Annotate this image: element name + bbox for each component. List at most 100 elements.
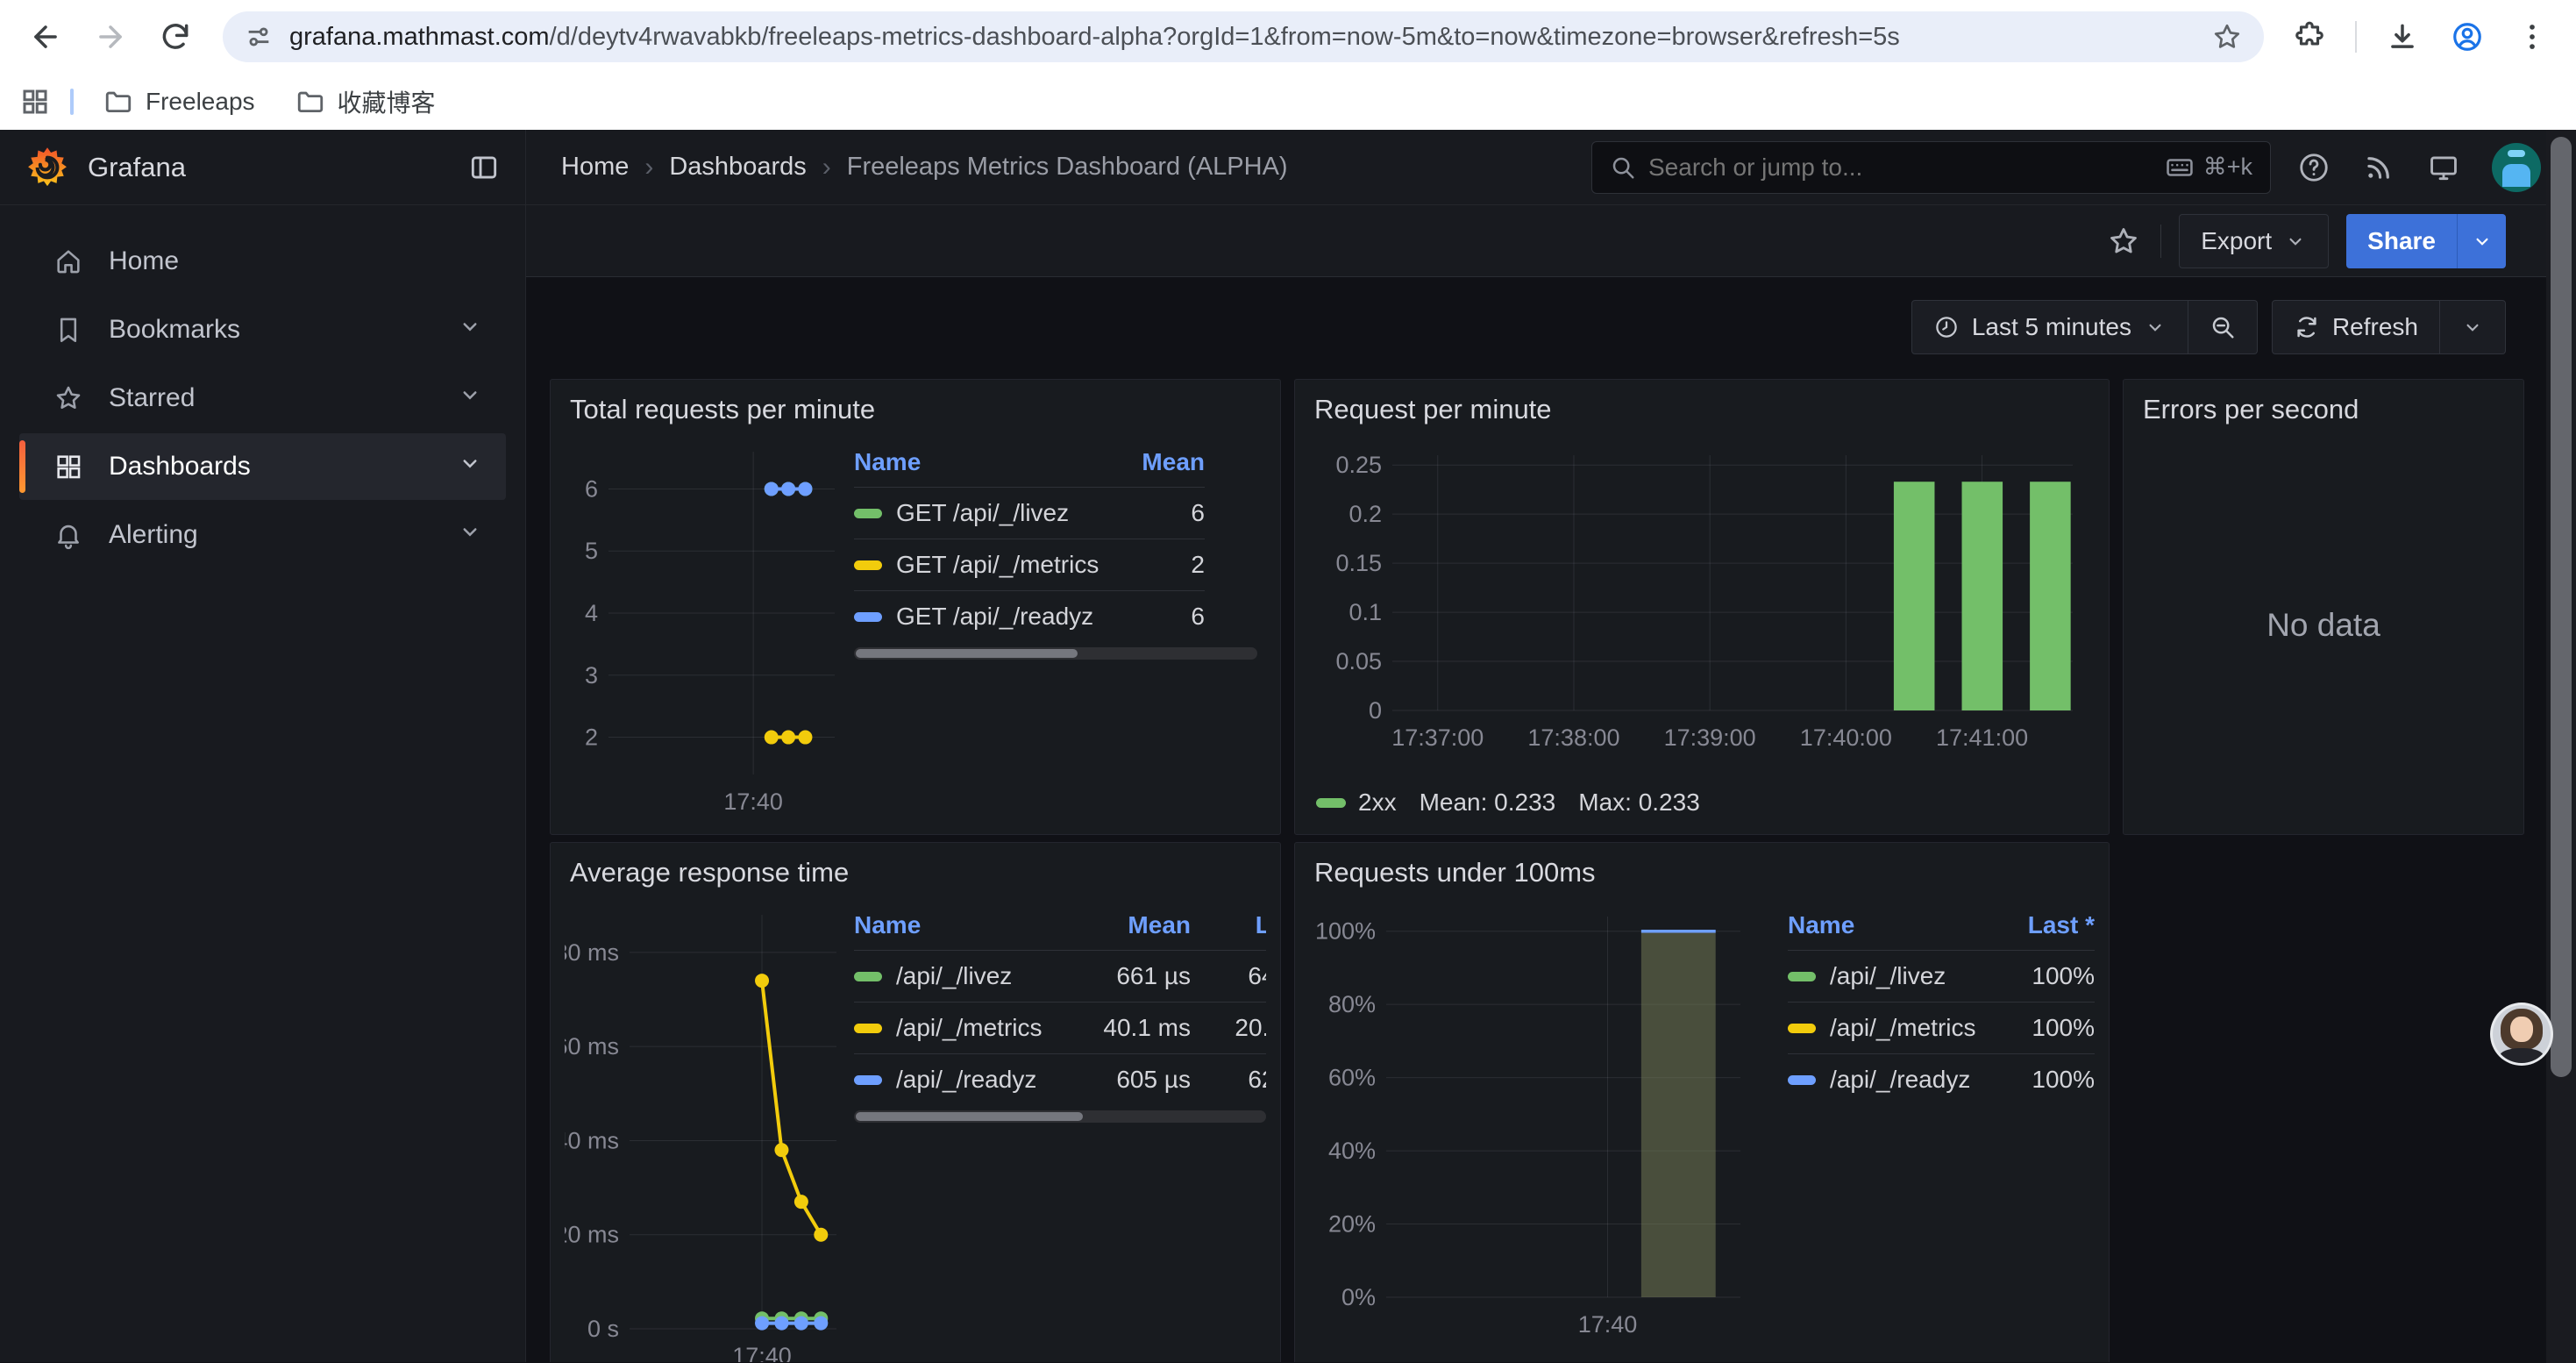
site-settings-icon[interactable] [244, 22, 274, 52]
chevron-down-icon[interactable] [457, 382, 483, 415]
dock-sidebar-toggle-icon[interactable] [467, 151, 501, 184]
grafana-logo[interactable] [25, 145, 70, 190]
legend-row[interactable]: GET /api/_/readyz [854, 590, 1099, 642]
legend-row[interactable]: /api/_/metrics [854, 1002, 1059, 1053]
legend-col-last[interactable]: Last * [1191, 904, 1266, 950]
bookmark-star-icon[interactable] [2211, 21, 2243, 53]
series-swatch [854, 1075, 882, 1085]
dashboard-scroll-area[interactable]: Last 5 minutes Refresh [526, 277, 2576, 1362]
svg-text:17:41:00: 17:41:00 [1936, 724, 2028, 751]
legend-value: 40.1 ms [1059, 1002, 1191, 1053]
legend-row[interactable]: /api/_/livez [1788, 950, 1989, 1002]
extensions-icon[interactable] [2290, 18, 2329, 56]
dashboard-toolbar: Export Share [526, 205, 2576, 277]
panel-title[interactable]: Errors per second [2143, 394, 2509, 425]
panel-title[interactable]: Request per minute [1314, 394, 2095, 425]
panel-total-requests[interactable]: Total requests per minute 6543217:40 Nam… [550, 379, 1281, 835]
bookmark-folder-blogs[interactable]: 收藏博客 [285, 79, 446, 125]
chevron-down-icon [2471, 230, 2494, 253]
export-button[interactable]: Export [2179, 214, 2329, 268]
legend-row[interactable]: GET /api/_/metrics [854, 539, 1099, 590]
legend-row[interactable]: /api/_/readyz [854, 1053, 1059, 1105]
back-icon[interactable] [26, 18, 65, 56]
legend-row[interactable]: /api/_/livez [854, 950, 1059, 1002]
legend-col-last[interactable]: Last * [1989, 904, 2095, 950]
chevron-down-icon[interactable] [457, 450, 483, 483]
series-swatch [854, 560, 882, 570]
brand-section: Grafana [0, 130, 526, 204]
panel-title[interactable]: Average response time [570, 857, 1266, 888]
sidebar-item-home[interactable]: Home [19, 228, 506, 295]
legend-row[interactable]: /api/_/metrics [1788, 1002, 1989, 1053]
chevron-down-icon[interactable] [457, 313, 483, 346]
favorite-star-icon[interactable] [2104, 222, 2143, 260]
legend: 2xx Mean: 0.233 Max: 0.233 [1309, 783, 2095, 817]
refresh-button[interactable]: Refresh [2272, 300, 2440, 354]
legend-col-mean[interactable]: Mean [1059, 904, 1191, 950]
panel-requests-under-100ms[interactable]: Requests under 100ms 100%80%60%40%20%0%1… [1294, 842, 2110, 1362]
panel-title[interactable]: Total requests per minute [570, 394, 1266, 425]
chevron-down-icon [2284, 230, 2307, 253]
sidebar-item-alerting[interactable]: Alerting [19, 502, 506, 568]
topnav-icons [2297, 143, 2541, 192]
url-bar[interactable]: grafana.mathmast.com/d/deytv4rwavabkb/fr… [223, 11, 2264, 62]
search-icon [1610, 154, 1636, 181]
legend-item-2xx[interactable]: 2xx [1316, 789, 1397, 817]
sidebar-item-dashboards[interactable]: Dashboards [19, 433, 506, 500]
breadcrumb-dashboards[interactable]: Dashboards [669, 153, 806, 182]
svg-text:60%: 60% [1328, 1065, 1376, 1091]
panel-title[interactable]: Requests under 100ms [1314, 857, 2095, 888]
sidebar-item-label: Starred [109, 383, 195, 413]
svg-text:17:40:00: 17:40:00 [1800, 724, 1892, 751]
legend-col-name[interactable]: Name [1788, 904, 1989, 950]
apps-grid-icon[interactable] [19, 86, 51, 118]
legend-col-name[interactable]: Name [854, 904, 1059, 950]
legend-row[interactable]: /api/_/readyz [1788, 1053, 1989, 1105]
refresh-interval-dropdown[interactable] [2440, 300, 2506, 354]
requests-under-100ms-chart[interactable]: 100%80%60%40%20%0%17:40 [1309, 896, 1756, 1352]
search-box[interactable]: ⌘+k [1591, 141, 2271, 194]
svg-text:5: 5 [585, 538, 598, 564]
zoom-out-button[interactable] [2188, 300, 2258, 354]
total-requests-chart[interactable]: 6543217:40 [565, 432, 845, 827]
series-swatch [1788, 1024, 1816, 1033]
download-icon[interactable] [2383, 18, 2422, 56]
kebab-menu-icon[interactable] [2513, 18, 2551, 56]
search-input[interactable] [1648, 153, 2153, 182]
page-scrollbar[interactable] [2546, 130, 2576, 1363]
time-range-picker[interactable]: Last 5 minutes [1911, 300, 2188, 354]
legend-col-name[interactable]: Name [854, 441, 1099, 487]
monitor-icon[interactable] [2427, 151, 2460, 184]
share-button[interactable]: Share [2346, 214, 2457, 268]
url-text[interactable]: grafana.mathmast.com/d/deytv4rwavabkb/fr… [289, 23, 2195, 52]
svg-text:4: 4 [585, 600, 598, 626]
star-icon [53, 382, 84, 414]
sidebar-item-bookmarks[interactable]: Bookmarks [19, 296, 506, 363]
avg-response-time-chart[interactable]: 80 ms60 ms40 ms20 ms0 s17:40 [565, 896, 845, 1362]
user-avatar[interactable] [2492, 143, 2541, 192]
help-icon[interactable] [2297, 151, 2330, 184]
svg-text:20 ms: 20 ms [565, 1222, 619, 1248]
profile-icon[interactable] [2448, 18, 2487, 56]
panel-request-per-minute[interactable]: Request per minute 0.250.20.150.10.05017… [1294, 379, 2110, 835]
news-rss-icon[interactable] [2362, 151, 2395, 184]
series-swatch [1788, 972, 1816, 981]
legend-hscrollbar[interactable] [854, 647, 1257, 660]
bookmark-folder-freeleaps[interactable]: Freeleaps [93, 82, 266, 122]
share-menu-button[interactable] [2457, 214, 2506, 268]
legend-col-mean[interactable]: Mean [1099, 441, 1205, 487]
panel-errors-per-second[interactable]: Errors per second No data [2123, 379, 2524, 835]
chevron-down-icon[interactable] [457, 518, 483, 552]
svg-text:17:40: 17:40 [723, 789, 783, 815]
floating-user-avatar[interactable] [2490, 1003, 2553, 1066]
forward-icon[interactable] [91, 18, 130, 56]
legend-hscrollbar[interactable] [854, 1110, 1266, 1123]
zoom-out-icon [2210, 314, 2236, 340]
breadcrumb-home[interactable]: Home [561, 153, 629, 182]
sidebar-item-starred[interactable]: Starred [19, 365, 506, 432]
legend-row[interactable]: GET /api/_/livez [854, 487, 1099, 539]
panel-avg-response-time[interactable]: Average response time 80 ms60 ms40 ms20 … [550, 842, 1281, 1362]
scrollbar-thumb[interactable] [2551, 137, 2572, 1077]
request-per-minute-chart[interactable]: 0.250.20.150.10.05017:37:0017:38:0017:39… [1309, 432, 2094, 779]
reload-icon[interactable] [156, 18, 195, 56]
